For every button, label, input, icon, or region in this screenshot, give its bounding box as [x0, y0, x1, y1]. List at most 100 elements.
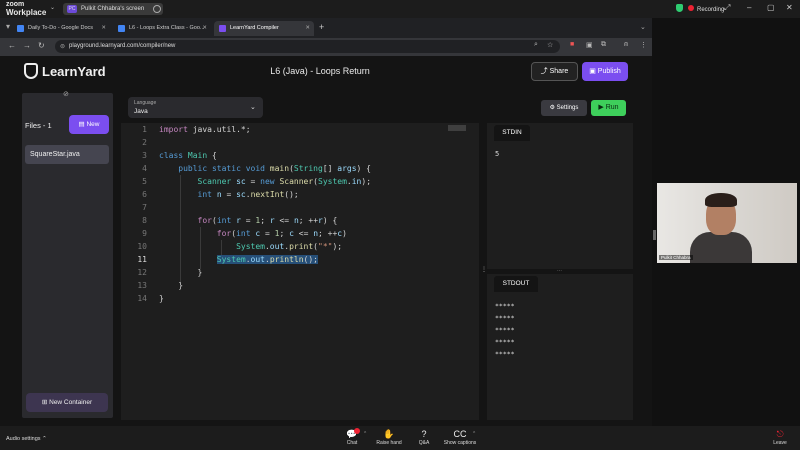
close-tab-icon[interactable]: ✕ — [202, 21, 207, 36]
learnyard-favicon — [219, 25, 226, 32]
tab-search-icon[interactable]: ⌄ — [640, 23, 646, 31]
stdout-line: ***** — [495, 302, 515, 310]
recording-indicator[interactable]: Recording — [676, 4, 724, 13]
recording-label: Recording — [697, 7, 725, 13]
language-label: Language — [134, 100, 157, 106]
url-text: playground.learnyard.com/compiler/new — [69, 43, 176, 49]
files-count: Files - 1 — [25, 121, 52, 130]
close-tab-icon[interactable]: ✕ — [305, 21, 310, 36]
code-line: System.out.print("*"); — [236, 242, 343, 251]
extensions-puzzle-icon[interactable]: ⧉ — [601, 41, 606, 49]
language-value: Java — [134, 108, 148, 115]
chevron-down-icon[interactable]: ⌄ — [50, 4, 55, 11]
tab-label: Daily To-Do - Google Docs — [28, 25, 94, 31]
extension-icon[interactable]: ▣ — [586, 41, 593, 49]
docs-icon — [118, 25, 125, 32]
tab-loops-extra-class[interactable]: L6 - Loops Extra Class - Goo... ✕ — [113, 21, 211, 36]
zoom-logo: zoom Workplace — [6, 1, 46, 17]
qa-icon: ? — [421, 429, 427, 439]
chevron-up-icon[interactable]: ⌃ — [472, 431, 476, 437]
extension-icon[interactable]: ■ — [570, 41, 574, 48]
stdout-line: ***** — [495, 350, 515, 358]
eye-slash-icon[interactable]: ⊘ — [63, 90, 69, 98]
learnyard-logo-icon — [24, 63, 38, 79]
site-info-icon[interactable]: ⊜ — [60, 43, 65, 50]
maximize-icon[interactable]: ▢ — [767, 3, 775, 12]
line-number: 5 — [142, 177, 147, 186]
code-line: } — [159, 268, 203, 277]
back-icon[interactable]: ← — [8, 41, 16, 50]
menu-dots-icon[interactable]: ⋮ — [640, 41, 647, 49]
code-line: } — [159, 281, 184, 290]
qa-label: Q&A — [418, 440, 430, 446]
run-button[interactable]: ▶ Run — [591, 100, 626, 116]
stdin-tab[interactable]: STDIN — [494, 125, 530, 141]
stdout-line: ***** — [495, 338, 515, 346]
zoom-search-icon[interactable]: ⌕ — [534, 41, 538, 49]
file-item[interactable]: SquareStar.java — [25, 145, 109, 164]
expand-icon[interactable]: ⤢ — [724, 3, 730, 13]
stdin-value[interactable]: 5 — [495, 150, 499, 158]
chevron-down-icon: ⌄ — [250, 104, 256, 111]
chevron-up-icon: ⌃ — [42, 436, 47, 442]
line-number: 6 — [142, 190, 147, 199]
tab-google-docs[interactable]: Daily To-Do - Google Docs ✕ — [12, 21, 110, 36]
stdout-line: ***** — [495, 326, 515, 334]
sharer-initials-badge: PC — [67, 5, 77, 13]
new-file-button[interactable]: ▤ New — [69, 115, 109, 134]
stdin-panel[interactable] — [487, 123, 633, 269]
chat-label: Chat — [346, 440, 358, 446]
hand-icon: ✋ — [383, 429, 395, 439]
share-button[interactable]: ⤴ Share — [531, 62, 578, 81]
settings-label: Settings — [556, 105, 579, 111]
share-label: Share — [549, 68, 569, 75]
gear-icon: ⚙ — [549, 105, 557, 111]
audio-settings-label: Audio settings — [6, 436, 41, 442]
raise-hand-button[interactable]: ✋ Raise hand — [371, 429, 407, 446]
learnyard-logo[interactable]: LearnYard — [24, 63, 106, 79]
publish-button[interactable]: ▣ Publish — [582, 62, 628, 81]
settings-button[interactable]: ⚙ Settings — [541, 100, 587, 116]
reload-icon[interactable]: ↻ — [38, 41, 45, 50]
zoom-logo-line2: Workplace — [6, 8, 47, 17]
tab-label: LearnYard Compiler — [230, 25, 279, 31]
stdout-tab[interactable]: STDOUT — [494, 276, 538, 292]
screen-share-label: Pulkit Chhabra's screen — [81, 6, 145, 12]
share-icon: ⤴ — [540, 68, 550, 75]
logo-text: LearnYard — [42, 64, 106, 79]
tab-label: L6 - Loops Extra Class - Goo... — [129, 25, 205, 31]
line-number: 13 — [137, 281, 147, 290]
line-number: 8 — [142, 216, 147, 225]
audio-settings-button[interactable]: Audio settings ⌃ — [6, 436, 47, 442]
publish-icon: ▣ — [589, 68, 598, 75]
bookmark-star-icon[interactable]: ☆ — [547, 41, 553, 49]
line-number: 12 — [137, 268, 147, 277]
docs-icon — [17, 25, 24, 32]
new-container-label: New Container — [49, 399, 93, 406]
profile-icon[interactable]: ⍝ — [624, 41, 628, 49]
line-number: 9 — [142, 229, 147, 238]
new-label: New — [86, 121, 100, 128]
minimap[interactable] — [448, 125, 466, 131]
new-tab-button[interactable]: + — [319, 22, 324, 32]
address-bar[interactable]: playground.learnyard.com/compiler/new — [55, 40, 560, 53]
security-shield-icon — [676, 4, 683, 12]
chat-notification-badge — [354, 428, 360, 434]
video-resize-handle[interactable] — [653, 230, 656, 240]
line-number: 14 — [137, 294, 147, 303]
close-tab-icon[interactable]: ✕ — [101, 21, 106, 36]
qa-button[interactable]: ? Q&A — [406, 429, 442, 446]
tab-learnyard-compiler[interactable]: LearnYard Compiler ✕ — [214, 21, 314, 36]
close-icon[interactable]: ✕ — [786, 3, 793, 12]
forward-icon[interactable]: → — [23, 41, 31, 50]
screen-share-pill[interactable]: PC Pulkit Chhabra's screen — [63, 3, 163, 15]
tab-list-icon[interactable]: ▾ — [6, 22, 10, 31]
participant-silhouette — [690, 232, 752, 263]
run-label: Run — [605, 104, 619, 111]
options-icon[interactable] — [153, 5, 161, 13]
leave-button[interactable]: ⎋ Leave — [768, 429, 792, 446]
line-number: 7 — [142, 203, 147, 212]
minimize-icon[interactable]: – — [747, 3, 751, 12]
new-container-button[interactable]: ⊞ New Container — [26, 393, 108, 412]
chevron-up-icon[interactable]: ⌃ — [363, 431, 367, 437]
